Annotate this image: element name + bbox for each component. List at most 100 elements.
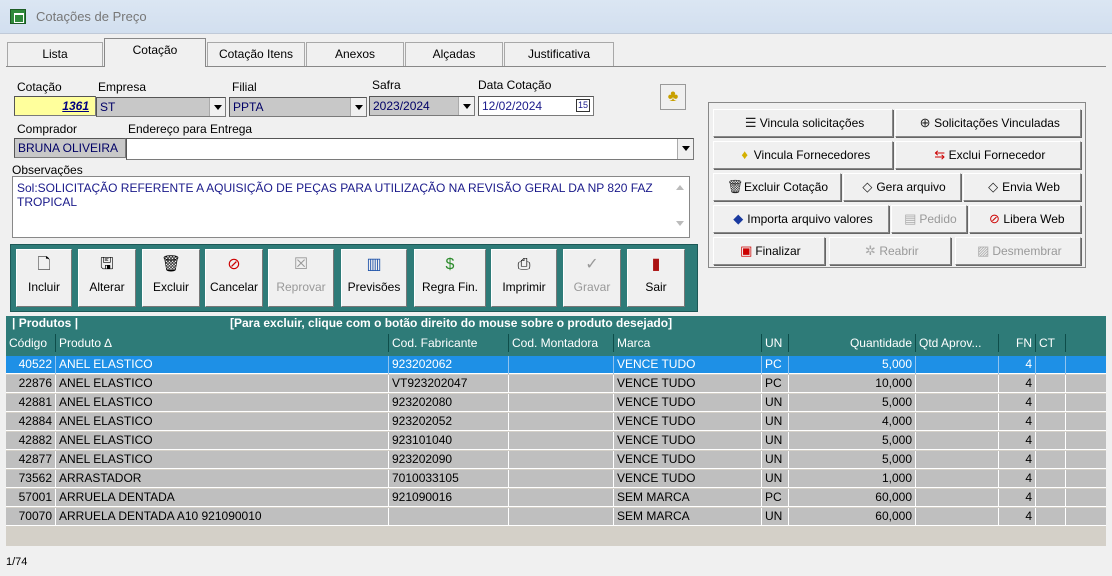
alterar-label: Alterar [89, 280, 125, 294]
cell-ct [1036, 356, 1066, 374]
table-row[interactable]: 73562 ARRASTADOR 7010033105 VENCE TUDO UN 1,0… [6, 470, 1106, 488]
excluir-button[interactable]: 🗑 Excluir [142, 249, 200, 307]
table-row[interactable]: 42884 ANEL ELASTICO 923202052 VENCE TUDO UN 4… [6, 413, 1106, 431]
tab-alcadas[interactable]: Alçadas [405, 42, 503, 66]
reabrir-button[interactable]: ✲ Reabrir [829, 237, 951, 265]
table-row[interactable]: 22876 ANEL ELASTICO VT923202047 VENCE TUDO P… [6, 375, 1106, 393]
col-cod-montadora[interactable]: Cod. Montadora [509, 334, 614, 352]
cell-montadora [509, 375, 614, 393]
cell-codigo: 42881 [6, 394, 56, 412]
table-row[interactable]: 57001 ARRUELA DENTADA 921090016 SEM MARCA PC… [6, 489, 1106, 507]
cell-montadora [509, 470, 614, 488]
reprovar-button[interactable]: ☒ Reprovar [268, 249, 334, 307]
vincula-solicitacoes-button[interactable]: ☰ Vincula solicitações [713, 109, 893, 137]
tab-cotacao[interactable]: Cotação [104, 38, 206, 67]
cancelar-label: Cancelar [209, 280, 259, 294]
col-codigo[interactable]: Código [6, 334, 56, 352]
tab-lista[interactable]: Lista [7, 42, 103, 66]
imprimir-button[interactable]: ⎙ Imprimir [491, 249, 557, 307]
cell-qtd: 60,000 [789, 489, 916, 507]
col-marca[interactable]: Marca [614, 334, 762, 352]
envia-web-button[interactable]: ◇ Envia Web [963, 173, 1081, 201]
col-cod-fabricante[interactable]: Cod. Fabricante [389, 334, 509, 352]
libera-web-button[interactable]: ⊘ Libera Web [969, 205, 1081, 233]
cell-ct [1036, 508, 1066, 526]
col-un[interactable]: UN [762, 334, 789, 352]
endereco-select[interactable] [126, 138, 694, 160]
safra-select[interactable]: 2023/2024 [369, 96, 475, 116]
cell-fn: 4 [999, 356, 1036, 374]
importa-arquivo-button[interactable]: ◆ Importa arquivo valores [713, 205, 889, 233]
finalizar-button[interactable]: ▣ Finalizar [713, 237, 825, 265]
excluir-cotacao-button[interactable]: 🗑Excluir Cotação [713, 173, 841, 201]
table-row[interactable]: 70070 ARRUELA DENTADA A10 921090010 SEM MA… [6, 508, 1106, 526]
cotacao-field[interactable]: 1361 [14, 96, 96, 116]
gravar-button[interactable]: ✓ Gravar [563, 249, 621, 307]
tab-justificativa[interactable]: Justificativa [504, 42, 614, 66]
cell-fabricante [389, 508, 509, 526]
table-row[interactable]: 42882 ANEL ELASTICO 923101040 VENCE TUDO UN 5… [6, 432, 1106, 450]
alterar-button[interactable]: 🖫 Alterar [78, 249, 136, 307]
cell-fn: 4 [999, 413, 1036, 431]
observacoes-textarea[interactable]: Sol:SOLICITAÇÃO REFERENTE A AQUISIÇÃO DE… [12, 176, 690, 238]
import-icon: ◆ [733, 211, 744, 226]
empresa-select[interactable]: ST [96, 97, 226, 117]
cell-fabricante: 923101040 [389, 432, 509, 450]
exclui-fornecedor-button[interactable]: ⇆ Exclui Fornecedor [895, 141, 1081, 169]
filial-value: PPTA [233, 100, 264, 114]
solicitacoes-vinculadas-button[interactable]: ⊕ Solicitações Vinculadas [895, 109, 1081, 137]
filial-label: Filial [232, 80, 257, 94]
vincula-fornecedores-button[interactable]: ♦ Vincula Fornecedores [713, 141, 893, 169]
pedido-button[interactable]: ▤ Pedido [891, 205, 967, 233]
incluir-button[interactable]: 🗋 Incluir [16, 249, 72, 307]
list-icon: ☰ [744, 115, 757, 130]
cell-ct [1036, 470, 1066, 488]
cell-un: PC [762, 375, 789, 393]
empresa-label: Empresa [98, 80, 147, 94]
col-produto[interactable]: Produto ∆ [56, 334, 389, 352]
cell-qtd: 1,000 [789, 470, 916, 488]
observacoes-scrollbar[interactable] [673, 181, 687, 233]
cell-produto: ARRUELA DENTADA A10 921090010 [56, 508, 389, 526]
solicitacoes-vinculadas-label: Solicitações Vinculadas [934, 116, 1060, 130]
cell-fn: 4 [999, 451, 1036, 469]
cell-ct [1036, 489, 1066, 507]
alert-bell-icon[interactable]: ♣ [660, 84, 686, 110]
cell-fabricante: 923202052 [389, 413, 509, 431]
chevron-down-icon[interactable] [458, 97, 474, 115]
cell-montadora [509, 451, 614, 469]
cell-marca: SEM MARCA [614, 489, 762, 507]
cell-montadora [509, 508, 614, 526]
calendar-icon[interactable]: 15 [576, 99, 590, 112]
observacoes-label: Observações [12, 163, 83, 177]
chevron-down-icon[interactable] [209, 98, 225, 116]
cell-fabricante: 921090016 [389, 489, 509, 507]
reabrir-label: Reabrir [879, 244, 919, 258]
new-file-icon: 🗋 [37, 256, 51, 273]
col-qtd-aprov[interactable]: Qtd Aprov... [916, 334, 999, 352]
window-title: Cotações de Preço [36, 9, 147, 24]
chevron-down-icon[interactable] [677, 139, 693, 159]
col-quantidade[interactable]: Quantidade [789, 334, 916, 352]
table-row[interactable]: 42881 ANEL ELASTICO 923202080 VENCE TUDO UN 5… [6, 394, 1106, 412]
printer-icon: ⎙ [517, 256, 531, 273]
sair-button[interactable]: ▮ Sair [627, 249, 685, 307]
tab-cotacao-itens[interactable]: Cotação Itens [207, 42, 305, 66]
col-ct[interactable]: CT [1036, 334, 1066, 352]
document-icon: ▤ [904, 211, 917, 226]
data-cotacao-field[interactable]: 12/02/2024 15 [478, 96, 594, 116]
tab-anexos[interactable]: Anexos [306, 42, 404, 66]
filial-select[interactable]: PPTA [229, 97, 367, 117]
gera-arquivo-button[interactable]: ◇ Gera arquivo [843, 173, 961, 201]
desmembrar-button[interactable]: ▨ Desmembrar [955, 237, 1081, 265]
trash-icon: 🗑 [726, 179, 744, 194]
table-row[interactable]: 42877 ANEL ELASTICO 923202090 VENCE TUDO UN 5… [6, 451, 1106, 469]
col-fn[interactable]: FN [999, 334, 1036, 352]
cancelar-button[interactable]: ⊘ Cancelar [205, 249, 263, 307]
cell-marca: VENCE TUDO [614, 375, 762, 393]
table-row[interactable]: 40522 ANEL ELASTICO 923202062 VENCE TUDO PC 5… [6, 356, 1106, 374]
previsoes-button[interactable]: ▥ Previsões [341, 249, 407, 307]
regra-fin-button[interactable]: $ Regra Fin. [414, 249, 486, 307]
check-icon: ✓ [585, 256, 599, 273]
chevron-down-icon[interactable] [350, 98, 366, 116]
